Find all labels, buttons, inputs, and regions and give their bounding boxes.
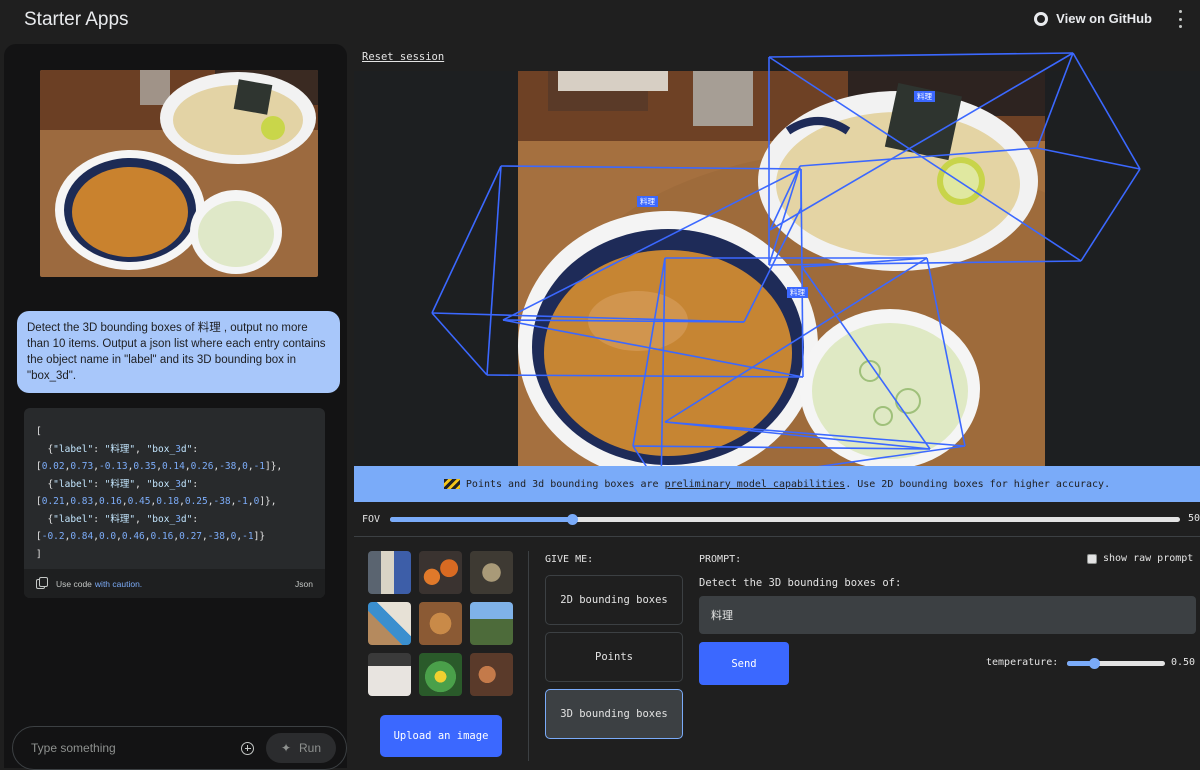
add-circle-icon[interactable] [241,741,254,755]
warning-suffix: . Use 2D bounding boxes for higher accur… [845,478,1111,490]
github-link[interactable]: View on GitHub [1034,11,1152,26]
example-image-thumb[interactable] [419,551,462,594]
food-photo[interactable] [518,71,1045,466]
bbox-label: 料理 [914,91,935,102]
example-image-thumb[interactable] [368,551,411,594]
fov-label: FOV [362,513,381,525]
example-image-thumb[interactable] [470,602,513,645]
warning-prefix: Points and 3d bounding boxes are [465,478,659,490]
fov-row: FOV 50 [354,502,1200,536]
example-image-thumb[interactable] [419,602,462,645]
example-image-thumb[interactable] [470,653,513,696]
caution-link[interactable]: with caution. [95,579,142,589]
spark-icon: ✦ [280,741,292,755]
example-images [368,551,513,696]
bbox-edge [486,165,502,376]
example-image-thumb[interactable] [368,653,411,696]
chat-panel: Detect the 3D bounding boxes of 料理 , out… [4,44,347,770]
warning-icon [443,479,460,489]
reset-session-link[interactable]: Reset session [362,51,444,63]
code-footer: Use code with caution. Json [24,569,325,598]
top-bar: Starter Apps View on GitHub [0,0,1200,40]
prompt-prefix: Detect the 3D bounding boxes of: [699,577,902,589]
bbox-edge [768,52,1074,58]
show-raw-prompt-toggle[interactable]: show raw prompt [1087,553,1193,564]
show-raw-prompt-label: show raw prompt [1103,553,1194,564]
code-language: Json [295,578,313,589]
more-vert-icon[interactable] [1178,10,1182,28]
target-object-input[interactable]: 料理 [699,596,1196,634]
bbox-edge [431,312,488,376]
warning-link[interactable]: preliminary model capabilities [665,479,846,490]
bbox-edge [1072,52,1141,170]
mode-points-button[interactable]: Points [545,632,683,682]
github-icon [1034,11,1049,26]
bbox-edge [1036,147,1141,170]
give-me-label: GIVE ME: [545,554,594,565]
fov-slider[interactable] [390,514,1180,525]
copy-icon[interactable] [36,576,48,589]
run-button[interactable]: ✦ Run [266,733,336,763]
example-image-thumb[interactable] [419,653,462,696]
upload-image-button[interactable]: Upload an image [380,715,502,757]
image-stage: 料理 料理 料理 [354,52,1200,490]
chat-input[interactable]: Type something ✦ Run [12,726,347,770]
bbox-label: 料理 [637,196,658,207]
bbox-edge [1080,168,1141,262]
bbox-label: 料理 [787,287,808,298]
temperature-slider-thumb[interactable] [1089,658,1101,669]
github-label: View on GitHub [1056,11,1152,26]
code-response: [ {"label": "料理", "box_3d": [0.02,0.73,-… [24,408,325,598]
fov-slider-fill [390,517,572,522]
warning-banner: Points and 3d bounding boxes are prelimi… [354,466,1200,502]
fov-slider-thumb[interactable] [566,514,578,525]
temperature-value: 0.50 [1171,657,1196,668]
code-body: [ {"label": "料理", "box_3d": [0.02,0.73,-… [36,426,283,560]
bbox-edge [431,165,502,314]
vertical-divider [528,551,529,761]
user-message: Detect the 3D bounding boxes of 料理 , out… [17,311,340,393]
example-image-thumb[interactable] [470,551,513,594]
example-image-thumb[interactable] [368,602,411,645]
temperature-slider[interactable] [1067,658,1165,669]
mode-2d-bounding-boxes-button[interactable]: 2D bounding boxes [545,575,683,625]
controls-panel: Upload an image GIVE ME: 2D bounding box… [354,537,1200,768]
send-button[interactable]: Send [699,642,789,685]
temperature-label: temperature: [986,657,1059,668]
mode-3d-bounding-boxes-button[interactable]: 3D bounding boxes [545,689,683,739]
main-panel: Reset session 料理 料理 料理 Points and 3d bou… [354,44,1200,768]
code-footer-prefix: Use code [56,578,92,589]
uploaded-image-thumbnail [40,70,318,277]
checkbox-icon[interactable] [1087,553,1097,564]
run-label: Run [299,741,322,755]
fov-value: 50 [1188,513,1200,524]
prompt-label: PROMPT: [699,554,742,565]
chat-input-placeholder: Type something [31,741,116,755]
app-title: Starter Apps [24,9,129,30]
